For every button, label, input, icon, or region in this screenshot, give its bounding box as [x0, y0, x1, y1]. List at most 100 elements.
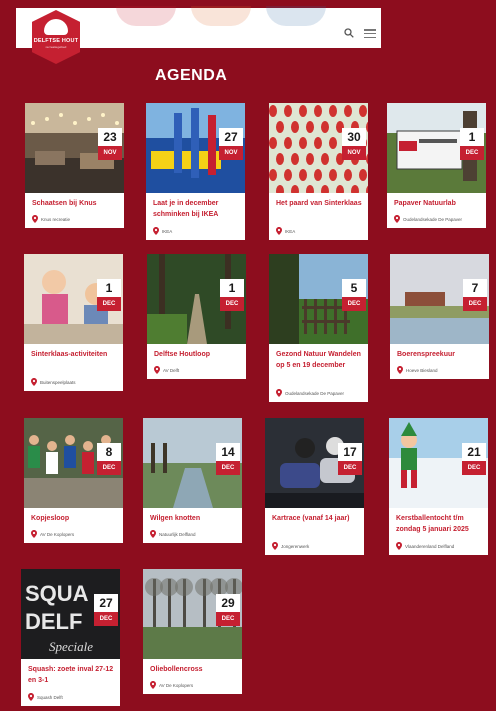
event-location: Squash Delft	[28, 693, 116, 701]
svg-text:SQUA: SQUA	[25, 581, 89, 606]
event-location-text: IKEA	[285, 228, 296, 234]
event-title[interactable]: Kartrace (vanaf 14 jaar)	[272, 513, 359, 524]
location-pin-icon	[276, 227, 282, 235]
event-location: Oudelandsekade De Papaver	[394, 215, 482, 223]
event-day: 1	[228, 281, 236, 295]
event-title[interactable]: Boerenspreekuur	[397, 349, 484, 360]
event-date-badge: 21 DEC	[462, 443, 486, 475]
event-location: Knus recreatie	[32, 215, 120, 223]
hamburger-menu-icon[interactable]	[364, 29, 376, 38]
event-location: IKEA	[153, 227, 241, 235]
event-title[interactable]: Delftse Houtloop	[154, 349, 241, 360]
event-date-badge: 23 NOV	[98, 128, 122, 160]
event-date-badge: 17 DEC	[338, 443, 362, 475]
event-title[interactable]: Schaatsen bij Knus	[32, 198, 119, 209]
event-location: Vlaanderenland Delfland	[396, 542, 484, 550]
event-location-text: Jongerenwerk	[281, 543, 310, 549]
event-month: DEC	[338, 461, 362, 475]
location-pin-icon	[154, 366, 160, 374]
location-pin-icon	[153, 227, 159, 235]
event-day: 8	[105, 445, 113, 459]
event-card[interactable]: 14 DEC Wilgen knotten Natuurlijk Delfland	[143, 418, 242, 543]
event-location: Hoeve Biesland	[397, 366, 485, 374]
event-location-text: IKEA	[162, 228, 173, 234]
event-location: IKEA	[276, 227, 364, 235]
event-month: NOV	[98, 146, 122, 160]
logo-subtitle: recreatiegebied	[45, 45, 67, 49]
event-card[interactable]: SQUA DELF Speciale 27 DEC Squash: zoete inv…	[21, 569, 120, 706]
event-location: Oudelandsekade De Papaver	[276, 389, 364, 397]
event-location: AV De Koplopers	[31, 530, 119, 538]
event-location-text: AV De Koplopers	[40, 531, 75, 537]
event-month: DEC	[97, 297, 121, 311]
event-card[interactable]: 23 NOV Schaatsen bij Knus Knus recreatie	[25, 103, 124, 228]
event-location-text: Squash Delft	[37, 694, 63, 700]
event-day: 27	[224, 130, 238, 144]
event-day: 23	[103, 130, 117, 144]
event-month: DEC	[97, 461, 121, 475]
event-title[interactable]: Laat je in december schminken bij IKEA	[153, 198, 240, 220]
event-card[interactable]: 30 NOV Het paard van Sinterklaas IKEA	[269, 103, 368, 240]
event-title[interactable]: Kerstballentocht t/m zondag 5 januari 20…	[396, 513, 483, 535]
event-card[interactable]: 1 DEC Delftse Houtloop AV Delft	[147, 254, 246, 379]
event-card[interactable]: 1 DEC Papaver Natuurlab Oudelandsekade De P…	[387, 103, 486, 228]
event-title[interactable]: Kopjesloop	[31, 513, 118, 524]
event-month: DEC	[216, 461, 240, 475]
event-month: DEC	[462, 461, 486, 475]
event-date-badge: 1 DEC	[97, 279, 121, 311]
event-location: Buitenspeelplaats	[31, 378, 119, 386]
event-day: 29	[221, 596, 235, 610]
location-pin-icon	[396, 542, 402, 550]
svg-text:Speciale: Speciale	[49, 639, 93, 654]
event-card[interactable]: 17 DEC Kartrace (vanaf 14 jaar) Jongerenwer…	[265, 418, 364, 555]
event-date-badge: 14 DEC	[216, 443, 240, 475]
event-card[interactable]: 1 DEC Sinterklaas-activiteiten Buitenspeelp…	[24, 254, 123, 391]
event-card[interactable]: 8 DEC Kopjesloop AV De Koplopers	[24, 418, 123, 543]
event-card[interactable]: 27 NOV Laat je in december schminken bij I…	[146, 103, 245, 240]
event-day: 1	[468, 130, 476, 144]
event-day: 27	[99, 596, 113, 610]
event-date-badge: 1 DEC	[220, 279, 244, 311]
event-month: NOV	[219, 146, 243, 160]
event-date-badge: 7 DEC	[463, 279, 487, 311]
event-card[interactable]: 7 DEC Boerenspreekuur Hoeve Biesland	[390, 254, 489, 379]
svg-text:DELF: DELF	[25, 609, 82, 634]
event-card[interactable]: 21 DEC Kerstballentocht t/m zondag 5 janua…	[389, 418, 488, 555]
event-title[interactable]: Gezond Natuur Wandelen op 5 en 19 decemb…	[276, 349, 363, 371]
event-location-text: Oudelandsekade De Papaver	[285, 390, 345, 396]
event-location-text: AV Delft	[163, 367, 180, 373]
location-pin-icon	[397, 366, 403, 374]
search-icon[interactable]	[344, 28, 354, 38]
event-date-badge: 5 DEC	[342, 279, 366, 311]
location-pin-icon	[31, 378, 37, 386]
event-title[interactable]: Squash: zoete inval 27-12 en 3-1	[28, 664, 115, 686]
event-location-text: Oudelandsekade De Papaver	[403, 216, 463, 222]
header-decoration	[191, 6, 251, 26]
location-pin-icon	[32, 215, 38, 223]
event-location-text: Buitenspeelplaats	[40, 379, 76, 385]
header-decoration	[116, 6, 176, 26]
event-title[interactable]: Papaver Natuurlab	[394, 198, 481, 209]
event-title[interactable]: Sinterklaas-activiteiten	[31, 349, 118, 360]
location-pin-icon	[394, 215, 400, 223]
event-month: DEC	[460, 146, 484, 160]
event-month: NOV	[342, 146, 366, 160]
event-location: AV De Koplopers	[150, 681, 238, 689]
event-date-badge: 27 DEC	[94, 594, 118, 626]
event-title[interactable]: Het paard van Sinterklaas	[276, 198, 363, 209]
location-pin-icon	[31, 530, 37, 538]
event-location: Jongerenwerk	[272, 542, 360, 550]
event-day: 14	[221, 445, 235, 459]
location-pin-icon	[272, 542, 278, 550]
location-pin-icon	[150, 530, 156, 538]
event-location: AV Delft	[154, 366, 242, 374]
event-location-text: Natuurlijk Delfland	[159, 531, 196, 537]
event-date-badge: 8 DEC	[97, 443, 121, 475]
event-date-badge: 27 NOV	[219, 128, 243, 160]
event-title[interactable]: Wilgen knotten	[150, 513, 237, 524]
event-month: DEC	[220, 297, 244, 311]
event-title[interactable]: Oliebollencross	[150, 664, 237, 675]
event-card[interactable]: 29 DEC Oliebollencross AV De Koplopers	[143, 569, 242, 694]
event-card[interactable]: 5 DEC Gezond Natuur Wandelen op 5 en 19 de…	[269, 254, 368, 402]
event-location-text: AV De Koplopers	[159, 682, 194, 688]
